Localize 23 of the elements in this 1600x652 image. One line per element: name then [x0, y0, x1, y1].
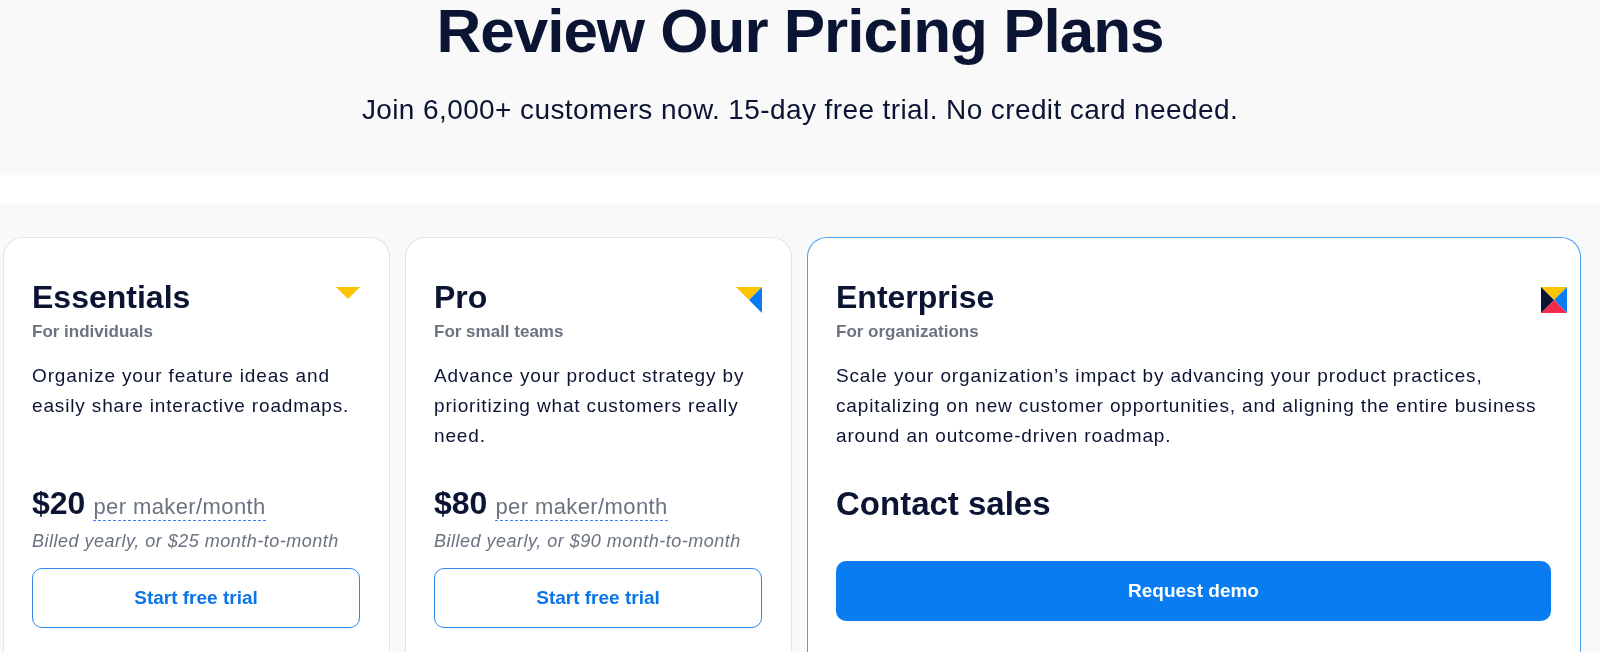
two-triangle-icon	[736, 287, 762, 313]
price-unit: per maker/month	[495, 494, 668, 521]
billing-note: Billed yearly, or $25 month-to-month	[32, 530, 340, 552]
start-trial-button[interactable]: Start free trial	[434, 568, 762, 628]
plan-name: Essentials	[32, 278, 191, 316]
plan-description: Organize your feature ideas and easily share interactive roadmaps.	[32, 364, 351, 418]
plan-audience: For small teams	[434, 322, 565, 342]
plan-description: Advance your product strategy by prioritizing what customers really need.	[434, 364, 746, 448]
triangle-icon	[336, 287, 360, 299]
plan-name: Enterprise	[836, 278, 995, 316]
plan-description: Scale your organization’s impact by advancing your product practices, capitalizing on new customer opportunities, and aligning the entire business around an outcome-driven roadmap.	[836, 364, 1538, 448]
plan-price: $80	[434, 484, 488, 522]
page-subtitle: Join 6,000+ customers now. 15-day free trial. No credit card needed.	[360, 93, 1240, 127]
price-unit: per maker/month	[93, 494, 266, 521]
request-demo-button[interactable]: Request demo	[836, 561, 1551, 621]
four-triangle-square-icon	[1541, 287, 1567, 313]
start-trial-button[interactable]: Start free trial	[32, 568, 360, 628]
billing-note: Billed yearly, or $90 month-to-month	[434, 530, 742, 552]
plan-audience: For individuals	[32, 322, 154, 342]
plan-price: $20	[32, 484, 86, 522]
plan-audience: For organizations	[836, 322, 980, 342]
contact-sales-heading: Contact sales	[836, 484, 1052, 524]
plan-name: Pro	[434, 278, 488, 316]
